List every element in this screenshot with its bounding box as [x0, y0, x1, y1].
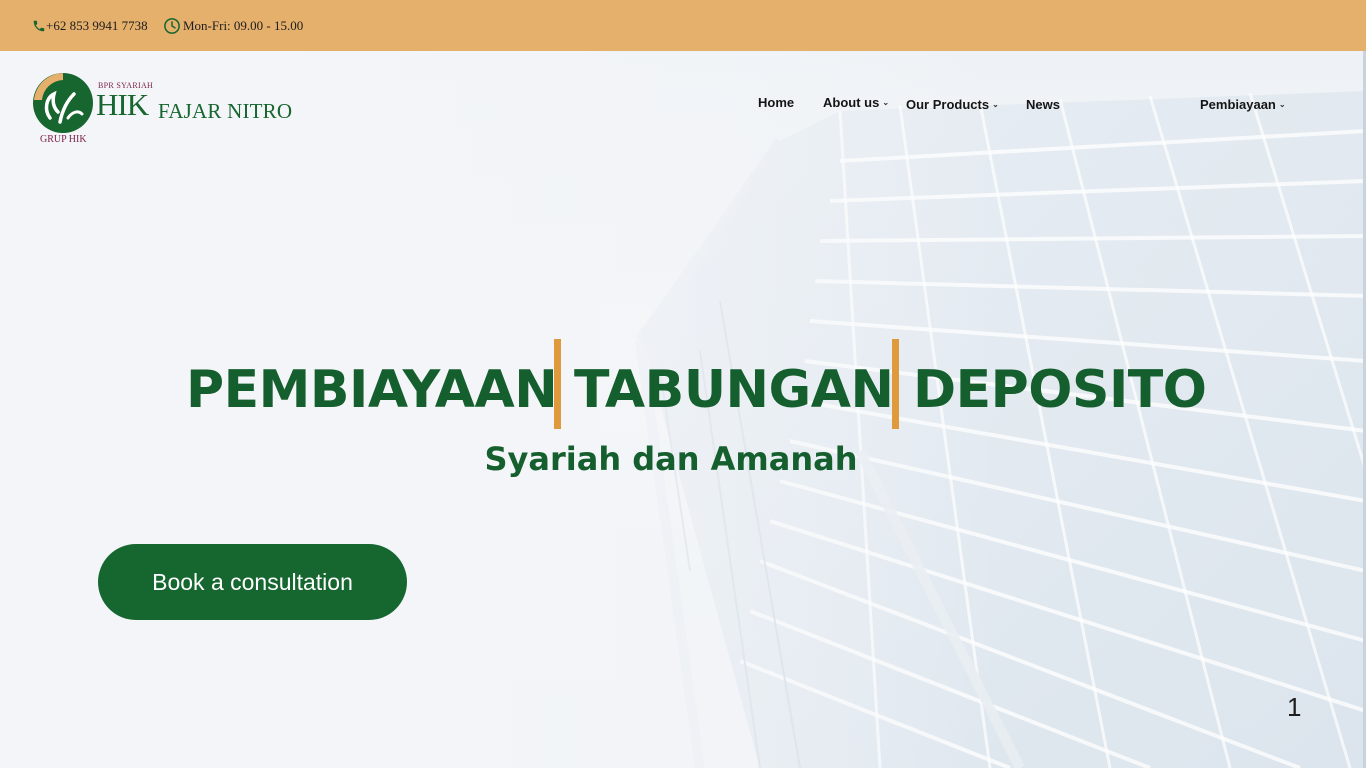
logo-name: FAJAR NITRO — [158, 99, 293, 123]
chevron-down-icon: ⌄ — [992, 100, 999, 109]
nav-item-our-products[interactable]: Our Products ⌄ — [906, 97, 999, 112]
nav-item-label: Our Products — [906, 97, 990, 112]
nav-item-home[interactable]: Home — [758, 95, 794, 110]
office-hours-text: Mon-Fri: 09.00 - 15.00 — [183, 18, 304, 33]
headline-divider — [892, 339, 899, 429]
headline-word-deposito: DEPOSITO — [913, 360, 1207, 420]
phone-contact[interactable]: +62 853 9941 7738 — [32, 18, 148, 34]
chevron-down-icon: ⌄ — [1278, 100, 1286, 109]
nav-item-pembiayaan[interactable]: Pembiayaan ⌄ — [1200, 97, 1286, 112]
logo-emblem-icon — [32, 72, 93, 133]
hero-headline: PEMBIAYAAN TABUNGAN DEPOSITO — [0, 339, 1366, 429]
clock-icon — [163, 17, 181, 35]
slide-number[interactable]: 1 — [1287, 692, 1301, 723]
chevron-down-icon: ⌄ — [882, 98, 890, 107]
phone-number: +62 853 9941 7738 — [46, 18, 148, 33]
headline-word-pembiayaan: PEMBIAYAAN — [186, 360, 558, 420]
nav-item-label: News — [1026, 97, 1060, 112]
top-contact-bar: +62 853 9941 7738 Mon-Fri: 09.00 - 15.00 — [0, 0, 1366, 51]
headline-word-tabungan: TABUNGAN — [574, 360, 894, 420]
office-hours: Mon-Fri: 09.00 - 15.00 — [163, 17, 303, 35]
phone-icon — [32, 19, 46, 33]
nav-item-news[interactable]: News — [1026, 97, 1060, 112]
book-consultation-button[interactable]: Book a consultation — [98, 544, 407, 620]
hero-subtitle: Syariah dan Amanah — [484, 440, 858, 478]
logo-group: GRUP HIK — [40, 134, 87, 145]
site-logo[interactable]: BPR SYARIAH HIK FAJAR NITRO GRUP HIK — [30, 72, 300, 152]
logo-brand: HIK — [96, 87, 149, 122]
nav-item-label: Home — [758, 95, 795, 110]
nav-item-label: About us — [823, 95, 880, 110]
nav-item-label: Pembiayaan — [1200, 97, 1276, 112]
headline-divider — [554, 339, 561, 429]
nav-item-about-us[interactable]: About us ⌄ — [823, 95, 889, 110]
